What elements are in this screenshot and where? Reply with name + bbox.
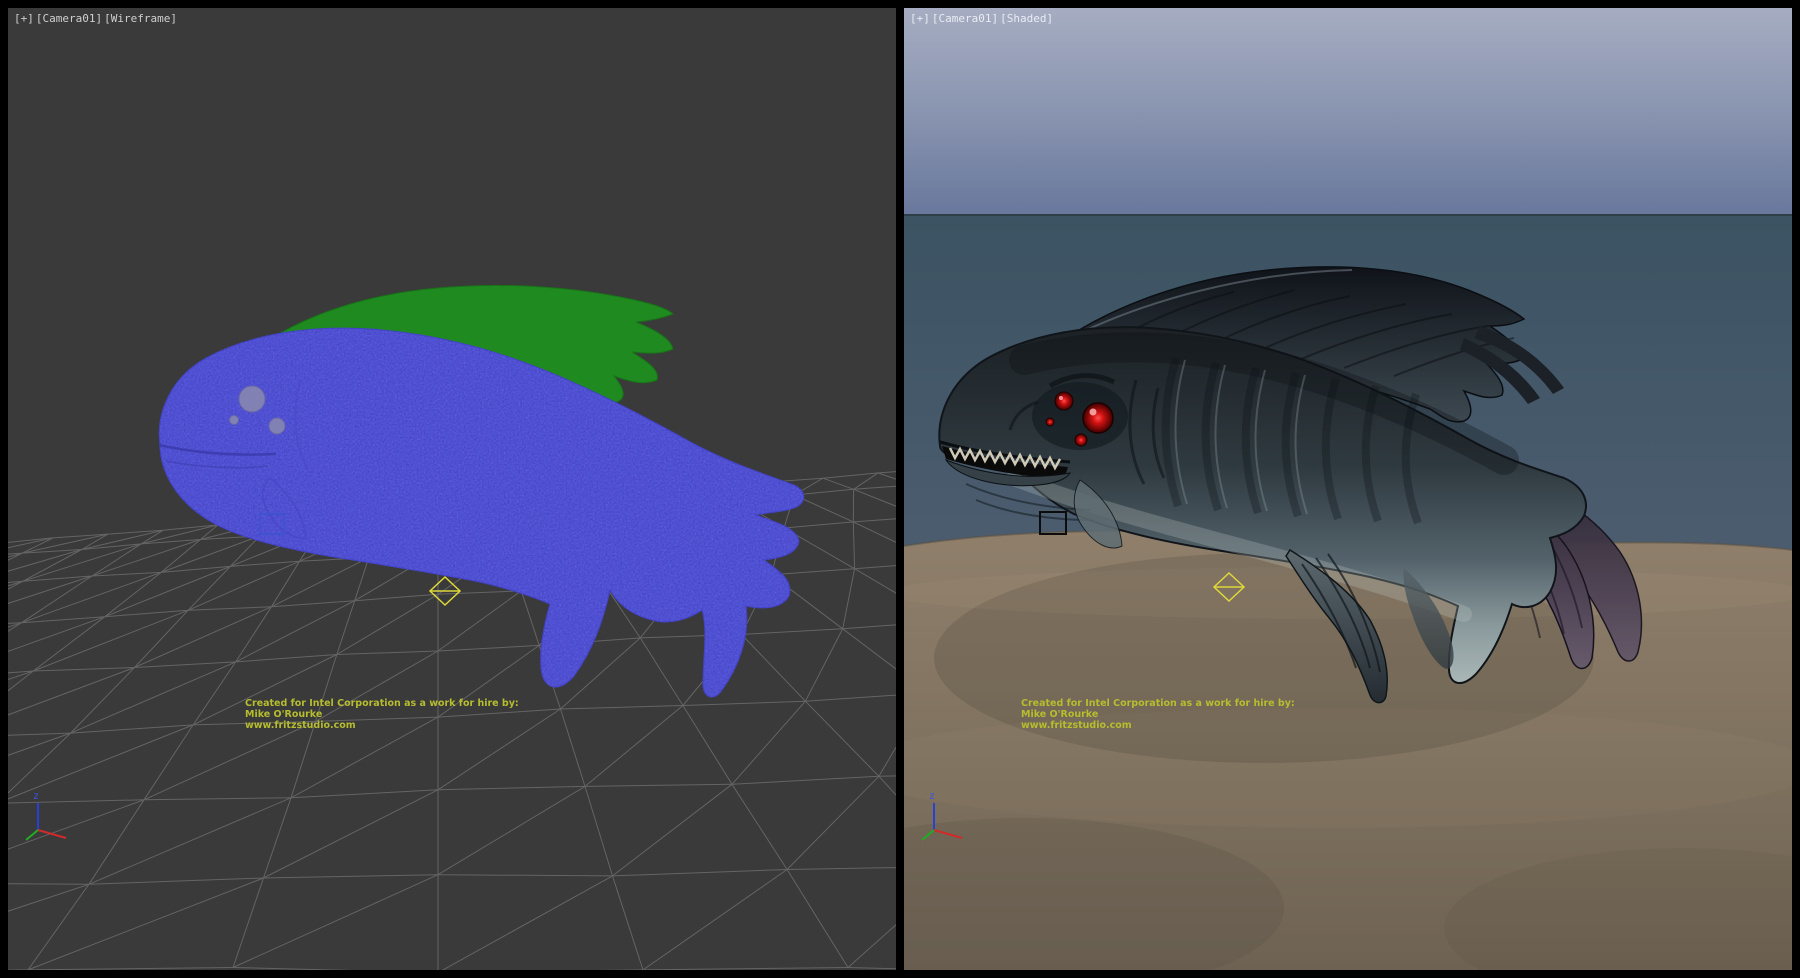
axis-tripod: z [20,788,80,846]
eye-highlight [1059,396,1063,400]
axis-y-line [922,830,934,840]
shaded-scene-canvas[interactable] [904,8,1792,970]
axis-tripod: z [916,788,976,846]
eye-highlight [1090,409,1097,416]
viewport-pov-menu[interactable]: [Camera01] [932,12,998,25]
sky-backdrop [904,8,1792,216]
wireframe-speckle-overlay [159,328,803,697]
axis-y-line [26,830,38,840]
watermark-text: Created for Intel Corporation as a work … [245,698,519,731]
viewport-shading-menu[interactable]: [Shaded] [1000,12,1053,25]
application-window: [+][Camera01][Wireframe] [0,0,1800,978]
watermark-line2: Mike O'Rourke [1021,709,1295,720]
watermark-line1: Created for Intel Corporation as a work … [1021,698,1295,709]
axis-x-line [38,830,66,838]
axis-x-line [934,830,962,838]
viewport-maximize-menu[interactable]: [+] [910,12,930,25]
fish-eye-red [1075,434,1087,446]
watermark-line3: www.fritzstudio.com [1021,720,1295,731]
viewport-label: [+][Camera01][Shaded] [910,12,1055,25]
fish-eye [269,418,285,434]
fish-eye-red [1055,392,1073,410]
wireframe-scene-canvas[interactable] [8,8,896,970]
viewport-shaded[interactable]: [+][Camera01][Shaded] [904,8,1792,970]
axis-z-label: z [929,791,935,802]
fish-eye [230,416,239,425]
axis-z-label: z [33,791,39,802]
viewport-shading-menu[interactable]: [Wireframe] [104,12,177,25]
viewport-label: [+][Camera01][Wireframe] [14,12,179,25]
fish-model-wireframe[interactable] [159,285,804,697]
fish-eye-red [1083,403,1113,433]
viewport-wireframe[interactable]: [+][Camera01][Wireframe] [8,8,896,970]
fish-eye-red [1046,418,1054,426]
watermark-line1: Created for Intel Corporation as a work … [245,698,519,709]
watermark-line3: www.fritzstudio.com [245,720,519,731]
viewport-pov-menu[interactable]: [Camera01] [36,12,102,25]
watermark-text: Created for Intel Corporation as a work … [1021,698,1295,731]
dummy-helper-diamond[interactable] [430,577,460,605]
watermark-line2: Mike O'Rourke [245,709,519,720]
viewport-maximize-menu[interactable]: [+] [14,12,34,25]
fish-eye [239,386,265,412]
